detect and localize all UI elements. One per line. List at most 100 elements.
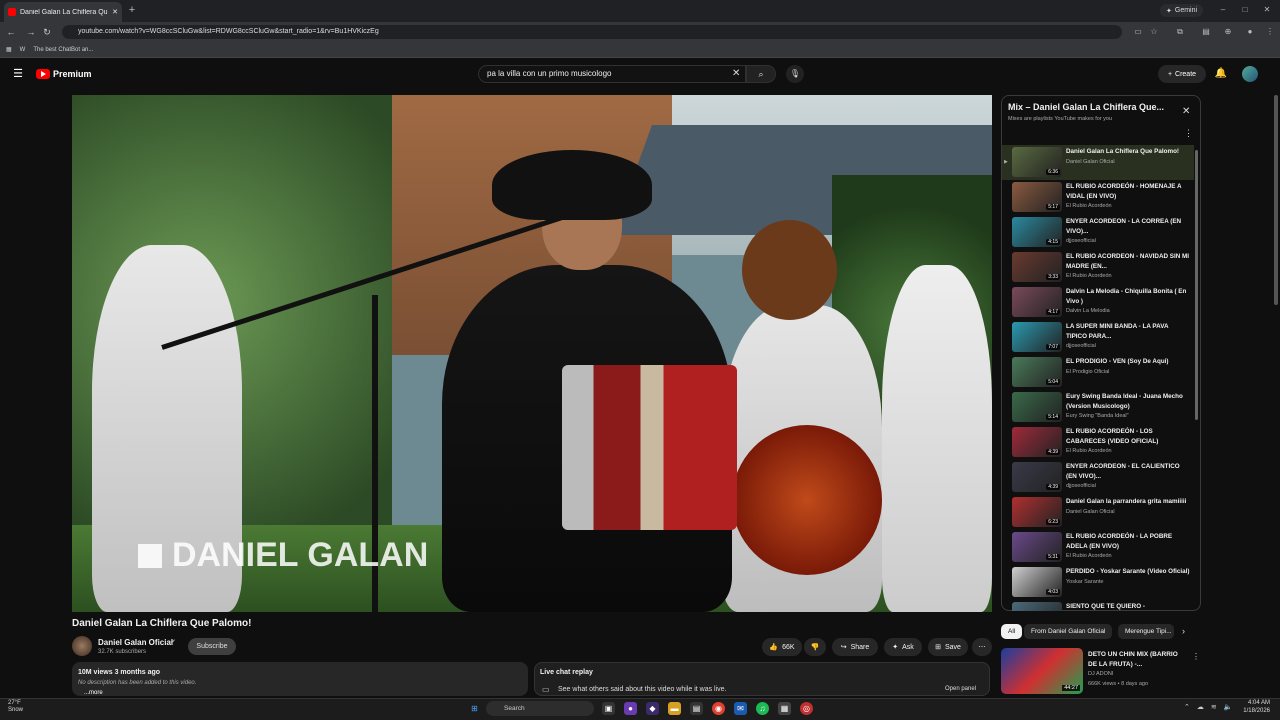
playlist-item-title[interactable]: EL RUBIO ACORDEÓN - HOMENAJE A VIDAL (EN… [1066,182,1190,201]
playlist-item-title[interactable]: EL RUBIO ACORDEON - NAVIDAD SIN MI MADRE… [1066,252,1190,271]
playlist-item[interactable]: 4:15 ENYER ACORDEON - LA CORREA (EN VIVO)… [1002,215,1194,250]
taskbar-clock[interactable]: 4:04 AM 1/18/2026 [1236,700,1270,715]
video-player[interactable] [72,95,992,612]
playlist-item[interactable]: 4:17 Dalvin La Melodia - Chiquilla Bonita… [1002,285,1194,320]
spotify-icon[interactable]: ♫ [756,702,769,715]
playlist-thumbnail[interactable]: 4:15 [1012,217,1062,247]
playlist-thumbnail[interactable]: 4:03 [1012,567,1062,597]
recommended-title[interactable]: DETO UN CHIN MIX (BARRIO DE LA FRUTA) -.… [1088,650,1184,669]
chevron-right-icon[interactable]: › [1182,626,1185,636]
create-button[interactable]: + Create [1158,65,1206,83]
open-panel-button[interactable]: Open panel [945,686,976,692]
playlist-more-icon[interactable]: ⋮ [1184,128,1193,139]
youtube-logo[interactable]: Premium [36,68,92,80]
subscribe-button[interactable]: Subscribe [188,638,236,655]
task-view-icon[interactable]: ▣ [602,702,615,715]
playlist-scrollbar[interactable] [1195,150,1198,420]
playlist-item-title[interactable]: SIENTO QUE TE QUIERO - [1066,602,1190,611]
translate-icon[interactable]: ⊕ [1222,26,1234,38]
app-icon-red[interactable]: ◎ [800,702,813,715]
chip-merengue[interactable]: Merengue Tipi... [1118,624,1174,639]
store-icon[interactable]: ▤ [690,702,703,715]
playlist-thumbnail[interactable]: 6:23 [1012,497,1062,527]
browser-menu-icon[interactable]: ⋮ [1264,26,1276,38]
sidebar-icon[interactable]: ▤ [1200,26,1212,38]
playlist-item-title[interactable]: Daniel Galan la parrandera grita mamiiii… [1066,497,1190,507]
playlist-item[interactable]: ▶ 6:36 Daniel Galan La Chiflera Que Palomo… [1002,145,1194,180]
cast-icon[interactable]: ▭ [1132,26,1144,38]
bookmark-w[interactable]: W [20,47,26,53]
gemini-button[interactable]: ✦ Gemini [1160,4,1204,17]
playlist-thumbnail[interactable]: 5:17 [1012,182,1062,212]
playlist-item-title[interactable]: Eury Swing Banda Ideal - Juana Mecho (Ve… [1066,392,1190,411]
recommended-more-icon[interactable]: ⋮ [1192,652,1200,661]
description-box[interactable] [72,662,528,696]
playlist-item-title[interactable]: ENYER ACORDEON - LA CORREA (EN VIVO)... [1066,217,1190,236]
clear-search-icon[interactable]: ✕ [732,68,742,80]
new-tab-button[interactable]: + [126,4,138,16]
playlist-item-title[interactable]: EL PRODIGIO - VEN (Soy De Aqui) [1066,357,1190,367]
minimize-icon[interactable]: – [1216,4,1230,16]
playlist-item-title[interactable]: EL RUBIO ACORDEÓN - LA POBRE ADELA (EN V… [1066,532,1190,551]
reload-icon[interactable]: ↻ [40,25,54,39]
chrome-icon[interactable]: ◉ [712,702,725,715]
playlist-thumbnail[interactable]: 4:39 [1012,462,1062,492]
playlist-item[interactable]: 5:04 EL PRODIGIO - VEN (Soy De Aqui) El Pr… [1002,355,1194,390]
playlist-thumbnail[interactable]: 6:36 [1012,147,1062,177]
extensions-icon[interactable]: ⧉ [1174,26,1186,38]
file-explorer-icon[interactable]: ▬ [668,702,681,715]
playlist-item[interactable]: 4:39 EL RUBIO ACORDEÓN - LOS CABARECES (V… [1002,425,1194,460]
playlist-item[interactable]: 5:14 Eury Swing Banda Ideal - Juana Mecho… [1002,390,1194,425]
page-scrollbar[interactable] [1274,95,1278,305]
weather-widget[interactable]: 27°F Snow [8,700,23,714]
playlist-thumbnail[interactable]: 5:04 [1012,357,1062,387]
profile-icon[interactable]: ● [1244,26,1256,38]
chip-all[interactable]: All [1001,624,1023,639]
playlist-item[interactable]: 4:03 PERDIDO - Yoskar Sarante (Video Ofic… [1002,565,1194,600]
playlist-item[interactable]: 5:17 EL RUBIO ACORDEÓN - HOMENAJE A VIDAL… [1002,180,1194,215]
channel-name[interactable]: Daniel Galan Oficial [98,638,173,647]
mail-icon[interactable]: ✉ [734,702,747,715]
close-window-icon[interactable]: ✕ [1260,4,1274,16]
bookmark-star-icon[interactable]: ☆ [1148,26,1160,38]
windows-start-icon[interactable]: ⊞ [468,702,481,715]
ask-button[interactable]: ✦ Ask [884,638,922,656]
taskbar-search[interactable]: Search [486,701,594,716]
search-button[interactable]: ⌕ [746,65,776,83]
playlist-item-title[interactable]: EL RUBIO ACORDEÓN - LOS CABARECES (VIDEO… [1066,427,1190,446]
playlist-item[interactable]: 7:07 LA SUPER MINI BANDA - LA PAVA TIPICO… [1002,320,1194,355]
close-playlist-icon[interactable]: ✕ [1182,106,1190,117]
playlist-thumbnail[interactable]: 4:39 [1012,427,1062,457]
recommended-channel[interactable]: DJ ADONI [1088,671,1113,677]
system-tray[interactable]: ⌃ ☁ ≋ 🔈 [1184,703,1232,711]
forward-icon[interactable]: → [24,25,38,39]
playlist-item[interactable]: 5:31 EL RUBIO ACORDEÓN - LA POBRE ADELA (… [1002,530,1194,565]
app-icon-violet[interactable]: ◆ [646,702,659,715]
browser-tab[interactable]: Daniel Galan La Chiflera Qu... ✕ [4,2,122,22]
user-avatar[interactable] [1242,66,1258,82]
playlist-item[interactable]: 4:39 ENYER ACORDEON - EL CALIENTICO (EN V… [1002,460,1194,495]
voice-search-mic-icon[interactable]: 🎙 [786,65,804,83]
share-button[interactable]: ↪ Share [832,638,878,656]
playlist-item[interactable]: 3:33 EL RUBIO ACORDEON - NAVIDAD SIN MI M… [1002,250,1194,285]
playlist-item[interactable]: 6:23 Daniel Galan la parrandera grita mam… [1002,495,1194,530]
notifications-bell-icon[interactable]: 🔔 [1214,67,1228,81]
playlist-item-title[interactable]: PERDIDO - Yoskar Sarante (Video Oficial) [1066,567,1190,577]
playlist-item-title[interactable]: LA SUPER MINI BANDA - LA PAVA TIPICO PAR… [1066,322,1190,341]
playlist-title[interactable]: Mix – Daniel Galan La Chiflera Que... [1008,102,1168,112]
recommended-thumbnail[interactable]: 44:27 [1001,648,1083,694]
search-input[interactable]: pa la villa con un primo musicologo [478,65,746,83]
save-button[interactable]: ⊞ Save [928,638,968,656]
app-icon-purple[interactable]: ● [624,702,637,715]
playlist-item-title[interactable]: ENYER ACORDEON - EL CALIENTICO (EN VIVO)… [1066,462,1190,481]
back-icon[interactable]: ← [4,25,18,39]
playlist-thumbnail[interactable]: 4:17 [1012,287,1062,317]
playlist-thumbnail[interactable]: 5:14 [1012,392,1062,422]
playlist-thumbnail[interactable] [1012,602,1062,611]
chip-from-channel[interactable]: From Daniel Galan Oficial [1024,624,1113,639]
apps-icon[interactable]: ▦ [6,46,12,53]
calculator-icon[interactable]: ▦ [778,702,791,715]
playlist-item-title[interactable]: Dalvin La Melodia - Chiquilla Bonita ( E… [1066,287,1190,306]
playlist-thumbnail[interactable]: 3:33 [1012,252,1062,282]
url-field[interactable]: youtube.com/watch?v=WG8ccSCluGw&list=RDW… [62,25,1122,39]
